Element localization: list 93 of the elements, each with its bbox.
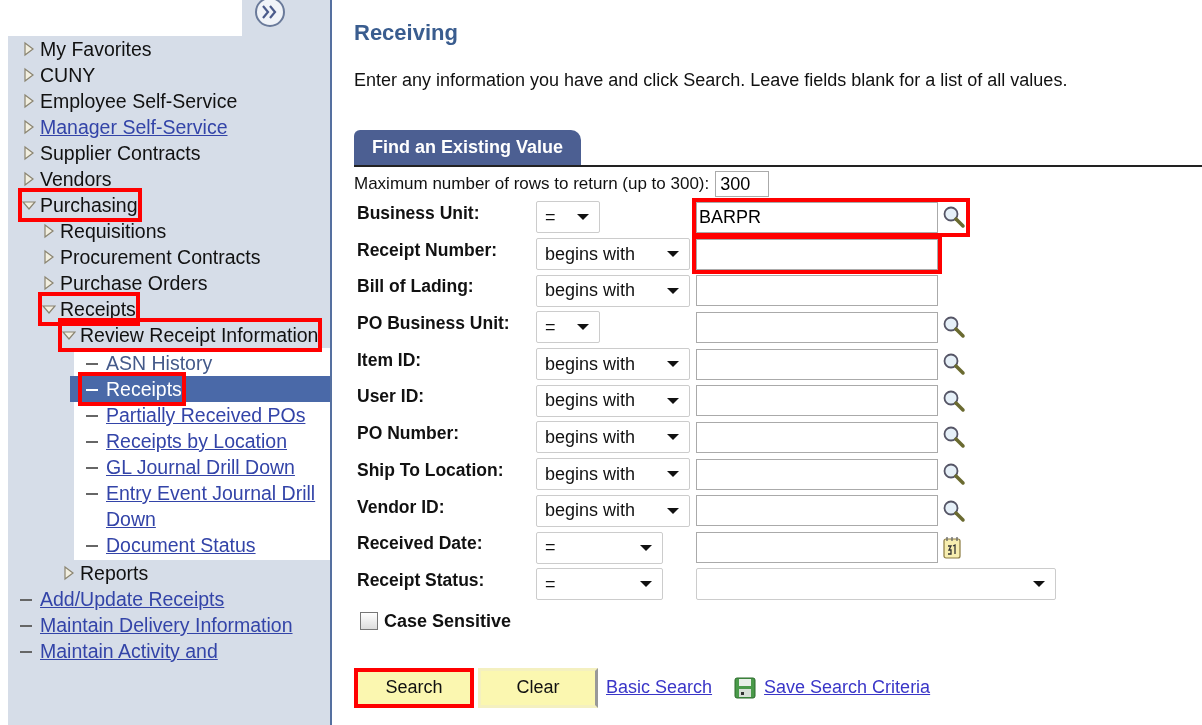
collapsed-triangle-icon[interactable] <box>22 119 36 135</box>
operator-dropdown[interactable]: begins with <box>536 384 690 417</box>
folder-link[interactable]: My Favorites <box>40 36 152 62</box>
calendar-icon[interactable] <box>942 535 962 560</box>
collapsed-triangle-icon[interactable] <box>42 275 56 291</box>
dash-icon <box>20 599 32 601</box>
collapsed-triangle-icon[interactable] <box>42 249 56 265</box>
criteria-field[interactable] <box>696 458 938 490</box>
page-link[interactable]: Partially Received POs <box>106 402 306 428</box>
criteria-field[interactable] <box>696 421 938 453</box>
page-link[interactable]: Maintain Delivery Information <box>40 612 293 638</box>
criteria-field[interactable] <box>696 275 938 307</box>
dash-icon <box>86 493 98 495</box>
page-link[interactable]: Maintain Activity and <box>40 638 218 664</box>
operator-dropdown[interactable]: = <box>536 531 663 564</box>
collapsed-triangle-icon[interactable] <box>62 565 76 581</box>
operator-dropdown[interactable]: begins with <box>536 494 690 527</box>
folder-link[interactable]: Requisitions <box>60 218 167 244</box>
page-link[interactable]: GL Journal Drill Down <box>106 454 295 480</box>
folder-link[interactable]: Supplier Contracts <box>40 140 201 166</box>
field-label: PO Business Unit: <box>356 313 511 335</box>
page-link[interactable]: Entry Event Journal Drill Down <box>106 480 326 532</box>
criteria-field[interactable] <box>696 238 938 270</box>
folder-link[interactable]: Reports <box>80 560 149 586</box>
operator-dropdown[interactable]: begins with <box>536 348 690 381</box>
page-title: Receiving <box>354 20 459 46</box>
field-label: Vendor ID: <box>356 496 446 518</box>
page-link[interactable]: ASN History <box>106 350 213 376</box>
operator-dropdown[interactable]: begins with <box>536 274 690 307</box>
dash-icon <box>20 651 32 653</box>
search-icon[interactable] <box>942 315 966 340</box>
folder-link[interactable]: CUNY <box>40 62 96 88</box>
criteria-field[interactable] <box>696 385 938 417</box>
search-icon[interactable] <box>942 498 966 523</box>
dash-icon <box>20 625 32 627</box>
search-icon[interactable] <box>942 462 966 487</box>
operator-dropdown[interactable]: begins with <box>536 238 690 271</box>
dash-icon <box>86 363 98 365</box>
dash-icon <box>86 441 98 443</box>
action-button[interactable]: Search <box>354 667 474 708</box>
field-label: Business Unit: <box>356 203 481 224</box>
field-label: Item ID: <box>356 349 423 371</box>
operator-dropdown[interactable]: begins with <box>536 421 690 454</box>
folder-link[interactable]: Purchase Orders <box>60 270 208 296</box>
save-icon <box>734 676 757 699</box>
folder-link[interactable]: Employee Self-Service <box>40 88 238 114</box>
collapsed-triangle-icon[interactable] <box>22 171 36 187</box>
collapsed-triangle-icon[interactable] <box>22 67 36 83</box>
operator-dropdown[interactable]: = <box>536 201 600 234</box>
field-label: Receipt Status: <box>356 569 486 591</box>
operator-dropdown[interactable]: begins with <box>536 458 690 491</box>
collapsed-triangle-icon[interactable] <box>22 93 36 109</box>
search-icon[interactable] <box>942 388 966 413</box>
collapsed-triangle-icon[interactable] <box>42 223 56 239</box>
field-label: Ship To Location: <box>356 459 505 481</box>
search-icon[interactable] <box>942 425 966 450</box>
checkbox-label: Case Sensitive <box>384 610 512 632</box>
max-rows-field[interactable]: 300 <box>715 171 770 197</box>
case-sensitive-checkbox[interactable] <box>360 612 378 631</box>
folder-link[interactable]: Procurement Contracts <box>60 244 261 270</box>
criteria-field[interactable] <box>696 532 938 564</box>
page-link[interactable]: Document Status <box>106 532 256 558</box>
collapsed-triangle-icon[interactable] <box>22 41 36 57</box>
field-label: Bill of Lading: <box>356 276 475 298</box>
criteria-field[interactable] <box>696 348 938 380</box>
page-link[interactable]: Add/Update Receipts <box>40 586 225 612</box>
dash-icon <box>86 389 98 391</box>
dash-icon <box>86 415 98 417</box>
instructions-text: Enter any information you have and click Search. Leave fields blank for a list of all values. <box>354 70 1069 91</box>
field-label: PO Number: <box>356 423 461 445</box>
action-link[interactable]: Save Search Criteria <box>764 677 931 699</box>
folder-link[interactable]: Manager Self-Service <box>40 114 228 140</box>
expand-icon[interactable] <box>254 0 286 28</box>
criteria-field[interactable]: BARPR <box>696 201 938 233</box>
search-icon[interactable] <box>942 205 966 230</box>
collapsed-triangle-icon[interactable] <box>22 145 36 161</box>
criteria-field[interactable] <box>696 495 938 527</box>
action-link[interactable]: Basic Search <box>606 677 713 699</box>
page-link[interactable]: Receipts by Location <box>106 428 288 454</box>
field-label: User ID: <box>356 386 426 408</box>
search-tab[interactable]: Find an Existing Value <box>354 130 582 165</box>
field-label: Receipt Number: <box>356 239 499 261</box>
dash-icon <box>86 467 98 469</box>
field-label: Received Date: <box>356 533 484 555</box>
dash-icon <box>86 545 98 547</box>
criteria-field[interactable] <box>696 311 938 343</box>
action-button[interactable]: Clear <box>478 667 598 708</box>
operator-dropdown[interactable]: = <box>536 311 600 344</box>
status-dropdown[interactable] <box>696 568 1056 601</box>
operator-dropdown[interactable]: = <box>536 568 663 601</box>
max-rows-label: Maximum number of rows to return (up to 300): <box>354 174 710 194</box>
folder-link[interactable]: Vendors <box>40 166 112 192</box>
search-icon[interactable] <box>942 352 966 377</box>
